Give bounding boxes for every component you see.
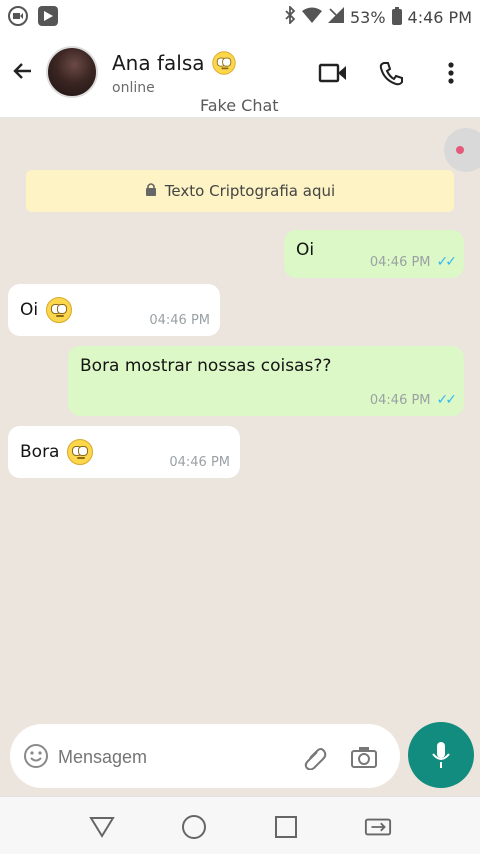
message-outgoing[interactable]: Oi 04:46 PM ✓✓ — [284, 230, 464, 278]
message-time: 04:46 PM — [369, 254, 431, 270]
nav-recents-icon[interactable] — [272, 813, 300, 841]
battery-icon — [391, 7, 402, 25]
back-arrow-icon[interactable] — [8, 56, 38, 86]
mic-icon — [432, 742, 450, 768]
double-check-icon: ✓✓ — [436, 392, 458, 408]
message-text: Oi — [20, 300, 39, 320]
chat-header: Ana falsa online Fake Chat — [0, 34, 480, 118]
message-time: 04:46 PM — [369, 392, 431, 408]
message-time: 04:46 PM — [149, 313, 210, 328]
phone-icon[interactable] — [374, 56, 408, 90]
avatar[interactable] — [46, 46, 98, 98]
clock: 4:46 PM — [407, 7, 472, 27]
contact-name-label: Ana falsa — [112, 51, 205, 75]
message-text: Bora — [20, 442, 60, 462]
camera-icon[interactable] — [348, 742, 380, 772]
nav-switch-apps-icon[interactable] — [364, 813, 392, 841]
video-call-icon[interactable] — [316, 56, 350, 90]
battery-percent: 53% — [349, 7, 386, 27]
emoji-picker-icon[interactable] — [22, 742, 50, 770]
lock-icon — [145, 182, 157, 200]
message-time: 04:46 PM — [169, 455, 230, 470]
message-incoming[interactable]: Oi 04:46 PM — [8, 284, 220, 336]
message-outgoing[interactable]: Bora mostrar nossas coisas?? 04:46 PM ✓✓ — [68, 346, 464, 416]
encryption-text: Texto Criptografia aqui — [164, 182, 336, 200]
nav-home-icon[interactable] — [180, 813, 208, 841]
status-bar: 53% 4:46 PM — [0, 0, 480, 34]
message-text: Oi — [296, 240, 315, 260]
rolling-eyes-emoji-icon — [46, 297, 73, 323]
message-incoming[interactable]: Bora 04:46 PM — [8, 426, 240, 478]
nav-back-icon[interactable] — [88, 813, 116, 841]
message-input[interactable] — [58, 744, 278, 770]
message-text: Bora mostrar nossas coisas?? — [80, 356, 332, 376]
message-meta: 04:46 PM ✓✓ — [369, 254, 458, 270]
mic-button[interactable] — [408, 722, 474, 788]
chat-area[interactable]: Texto Criptografia aqui Oi 04:46 PM ✓✓ O… — [0, 118, 480, 796]
contact-name[interactable]: Ana falsa — [112, 50, 237, 76]
message-meta: 04:46 PM — [169, 455, 230, 470]
contact-status: online — [112, 80, 155, 96]
screen-record-icon — [8, 6, 28, 26]
message-meta: 04:46 PM ✓✓ — [369, 392, 458, 408]
message-meta: 04:46 PM — [149, 313, 210, 328]
rolling-eyes-emoji-icon — [211, 51, 236, 75]
system-nav-bar — [0, 796, 480, 854]
play-store-icon — [38, 6, 58, 26]
signal-icon — [327, 7, 344, 27]
app-subtitle: Fake Chat — [200, 96, 279, 115]
wifi-icon — [301, 7, 322, 27]
message-composer — [10, 724, 400, 788]
more-vert-icon[interactable] — [434, 56, 468, 90]
rolling-eyes-emoji-icon — [67, 439, 94, 465]
floating-bubble-icon[interactable] — [444, 128, 480, 172]
double-check-icon: ✓✓ — [436, 254, 458, 270]
attach-icon[interactable] — [300, 742, 330, 772]
bluetooth-icon — [284, 4, 296, 28]
encryption-notice: Texto Criptografia aqui — [26, 170, 454, 212]
